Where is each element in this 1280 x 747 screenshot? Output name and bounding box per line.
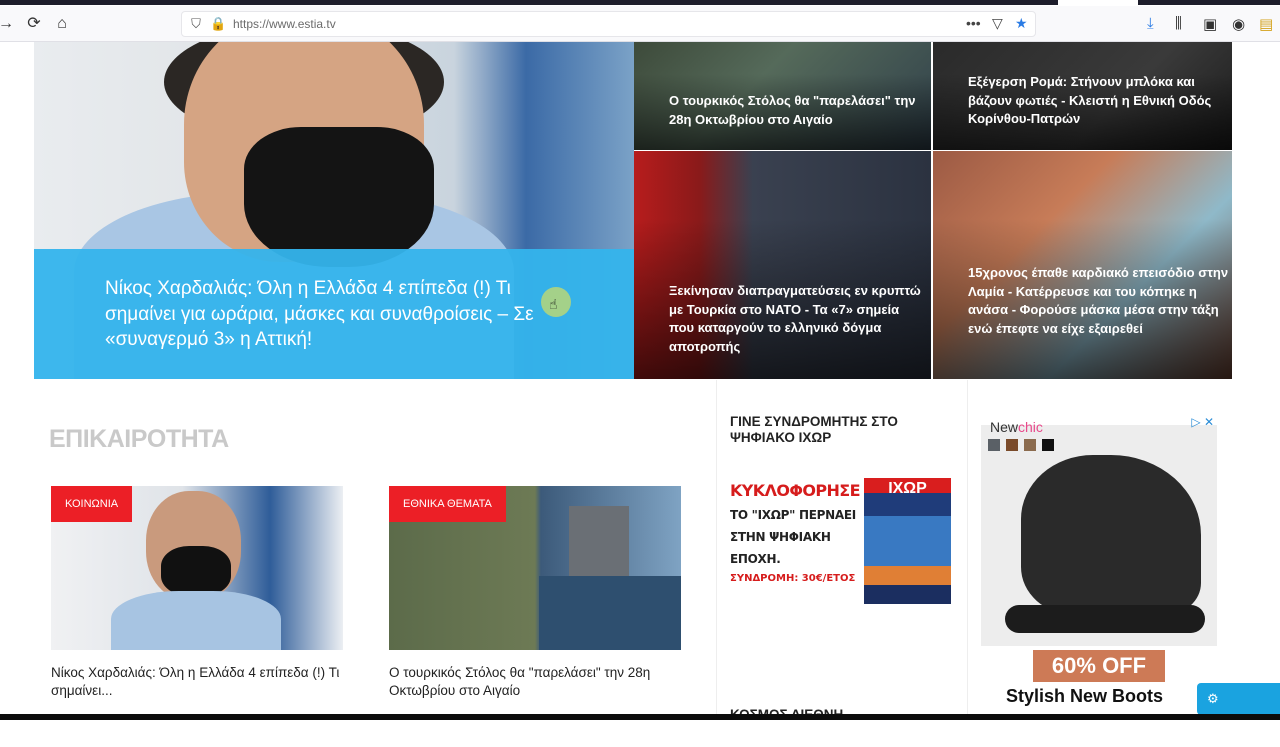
article-image-mask xyxy=(161,546,231,596)
ad-image[interactable] xyxy=(981,425,1217,646)
article-card[interactable]: ΚΟΙΝΩΝΙΑ Νίκος Χαρδαλιάς: Όλη η Ελλάδα 4… xyxy=(51,486,343,699)
more-actions-icon[interactable]: ••• xyxy=(966,15,981,31)
bookmark-star-icon[interactable]: ★ xyxy=(1015,15,1028,32)
tile-headline[interactable]: Ξεκίνησαν διαπραγματεύσεις εν κρυπτώ με … xyxy=(669,282,924,356)
ad-color-swatches xyxy=(988,439,1054,451)
category-badge[interactable]: ΕΘΝΙΚΑ ΘΕΜΑΤΑ xyxy=(389,486,506,522)
tile-headline[interactable]: Εξέγερση Ρομά: Στήνουν μπλόκα και βάζουν… xyxy=(968,73,1232,129)
promo-price: ΣΥΝΔΡΟΜΗ: 30€/ΕΤΟΣ xyxy=(730,573,856,584)
hero-caption: Νίκος Χαρδαλιάς: Όλη η Ελλάδα 4 επίπεδα … xyxy=(34,249,634,379)
hero-image-mask xyxy=(244,127,434,267)
subscribe-title: ΓΙΝΕ ΣΥΝΔΡΟΜΗΤΗΣ ΣΤΟ ΨΗΦΙΑΚΟ ΙΧΩΡ xyxy=(730,414,898,445)
article-image-sea xyxy=(539,576,681,650)
ad-discount: 60% OFF xyxy=(1033,650,1165,682)
tab-strip-right xyxy=(1138,0,1280,5)
adchoices-close-icon[interactable]: ▷ ✕ xyxy=(1191,415,1214,429)
ad-brand-new: New xyxy=(990,419,1019,435)
bottom-bar xyxy=(0,714,1280,720)
hero-article[interactable]: Νίκος Χαρδαλιάς: Όλη η Ελλάδα 4 επίπεδα … xyxy=(34,42,634,379)
mouse-cursor-highlight: ☝ xyxy=(541,287,571,317)
address-bar[interactable]: ⛉ 🔒 https://www.estia.tv ••• ▽ ★ xyxy=(181,11,1036,37)
news-tile-1[interactable]: Ο τουρκικός Στόλος θα "παρελάσει" την 28… xyxy=(634,42,931,150)
tile-headline[interactable]: 15χρονος έπαθε καρδιακό επεισόδιο στην Λ… xyxy=(968,264,1230,338)
subscription-promo[interactable]: ΚΥΚΛΟΦΟΡΗΣΕ ΤΟ "ΙΧΩΡ" ΠΕΡΝΑΕΙ ΣΤΗΝ ΨΗΦΙΑ… xyxy=(730,478,951,604)
promo-line: ΕΠΟΧΗ. xyxy=(730,552,781,566)
advertisement[interactable]: Newchic ▷ ✕ 60% OFF Stylish New Boots xyxy=(968,405,1228,720)
reload-icon[interactable]: ⟳ xyxy=(24,14,44,34)
boot-sole xyxy=(1005,605,1205,633)
swatch xyxy=(1042,439,1054,451)
hand-cursor-icon: ☝ xyxy=(549,296,558,312)
magazine-cover[interactable]: ΙΧΩΡ xyxy=(864,478,951,604)
boot-shape xyxy=(1021,455,1201,615)
promo-line: ΣΤΗΝ ΨΗΦΙΑΚΗ xyxy=(730,530,831,544)
article-image[interactable]: ΕΘΝΙΚΑ ΘΕΜΑΤΑ xyxy=(389,486,681,650)
section-title: ΕΠΙΚΑΙΡΟΤΗΤΑ xyxy=(49,425,229,453)
home-icon[interactable]: ⌂ xyxy=(52,14,72,34)
download-icon[interactable]: ⤓ xyxy=(1147,15,1154,32)
ad-slogan: Stylish New Boots xyxy=(1006,686,1164,706)
extension-icon[interactable]: ◉ xyxy=(1232,15,1245,33)
news-tile-2[interactable]: Εξέγερση Ρομά: Στήνουν μπλόκα και βάζουν… xyxy=(933,42,1232,150)
swatch xyxy=(1006,439,1018,451)
extension-icon-2[interactable]: ▤ xyxy=(1259,15,1273,33)
category-badge[interactable]: ΚΟΙΝΩΝΙΑ xyxy=(51,486,133,522)
promo-line: ΚΥΚΛΟΦΟΡΗΣΕ xyxy=(730,481,861,500)
tab-strip xyxy=(0,0,1058,5)
news-tile-4[interactable]: 15χρονος έπαθε καρδιακό επεισόδιο στην Λ… xyxy=(933,151,1232,379)
hero-headline[interactable]: Νίκος Χαρδαλιάς: Όλη η Ελλάδα 4 επίπεδα … xyxy=(105,276,545,353)
pocket-icon[interactable]: ▽ xyxy=(992,15,1003,32)
sidebar-icon[interactable]: ▣ xyxy=(1203,15,1217,33)
news-tile-3[interactable]: Ξεκίνησαν διαπραγματεύσεις εν κρυπτώ με … xyxy=(634,151,931,379)
tile-headline[interactable]: Ο τουρκικός Στόλος θα "παρελάσει" την 28… xyxy=(669,92,931,129)
swatch xyxy=(988,439,1000,451)
lock-icon[interactable]: 🔒 xyxy=(210,16,226,32)
article-card[interactable]: ΕΘΝΙΚΑ ΘΕΜΑΤΑ Ο τουρκικός Στόλος θα "παρ… xyxy=(389,486,681,699)
article-title[interactable]: Νίκος Χαρδαλιάς: Όλη η Ελλάδα 4 επίπεδα … xyxy=(51,664,343,699)
shield-icon[interactable]: ⛉ xyxy=(188,16,204,32)
promo-line: ΤΟ "ΙΧΩΡ" ΠΕΡΝΑΕΙ xyxy=(730,508,856,522)
article-title[interactable]: Ο τουρκικός Στόλος θα "παρελάσει" την 28… xyxy=(389,664,681,699)
ad-brand-chic: chic xyxy=(1018,419,1043,435)
library-icon[interactable]: ⫼ xyxy=(1175,15,1182,32)
back-icon[interactable]: → xyxy=(0,14,16,34)
article-image-shirt xyxy=(111,591,281,650)
swatch xyxy=(1024,439,1036,451)
article-image-ship xyxy=(569,506,629,586)
magazine-name: ΙΧΩΡ xyxy=(888,480,927,497)
article-image[interactable]: ΚΟΙΝΩΝΙΑ xyxy=(51,486,343,650)
privacy-settings-button[interactable]: ⚙ Απόρρητο xyxy=(1197,683,1280,738)
ad-brand-logo: Newchic xyxy=(990,419,1043,435)
url-text[interactable]: https://www.estia.tv xyxy=(233,17,336,31)
browser-toolbar: → ⟳ ⌂ ⛉ 🔒 https://www.estia.tv ••• ▽ ★ ⤓… xyxy=(0,6,1280,42)
promo-text: ΚΥΚΛΟΦΟΡΗΣΕ ΤΟ "ΙΧΩΡ" ΠΕΡΝΑΕΙ ΣΤΗΝ ΨΗΦΙΑ… xyxy=(730,478,862,588)
